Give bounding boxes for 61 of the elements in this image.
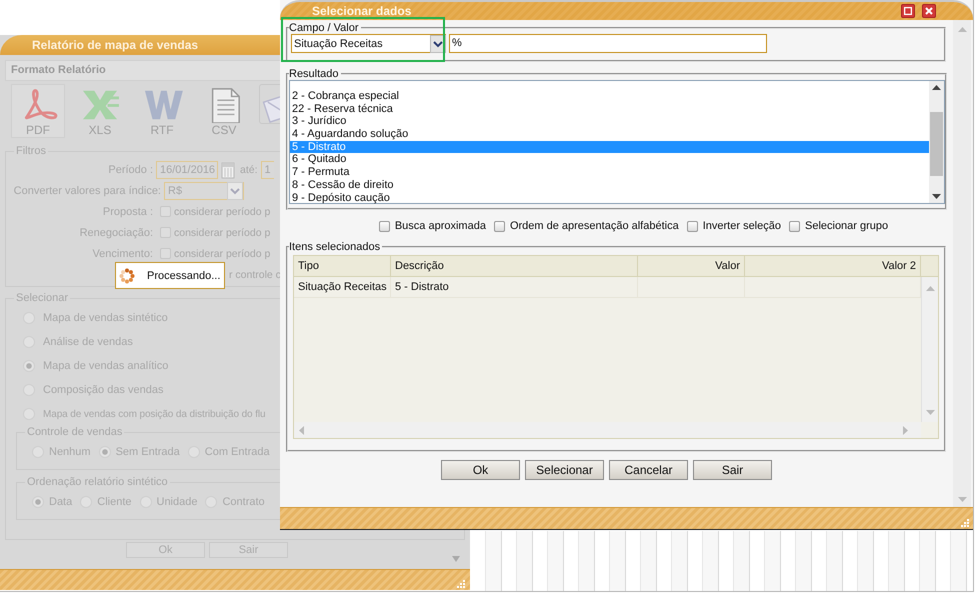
list-item[interactable]: 22 - Reserva técnica [290, 102, 929, 116]
scroll-down-icon [958, 497, 966, 503]
checkbox-label: Busca aproximada [394, 220, 486, 232]
radio-button[interactable] [98, 446, 111, 458]
scroll-down-icon [926, 410, 934, 416]
maximize-button[interactable] [901, 4, 915, 18]
window-title: Relatório de mapa de vendas [31, 38, 198, 52]
spinner-icon [119, 268, 135, 284]
button[interactable]: Selecionar [525, 460, 604, 480]
list-item[interactable]: 4 - Aguardando solução [290, 128, 929, 141]
dialog-title: Selecionar dados [311, 4, 412, 18]
radio-button[interactable] [23, 360, 35, 372]
scroll-left-icon [298, 426, 304, 434]
checkbox-label: Inverter seleção [702, 220, 781, 232]
value-field[interactable]: % [449, 34, 767, 53]
checkbox[interactable] [160, 248, 171, 259]
list-item[interactable]: 2 - Cobrança especial [290, 90, 929, 103]
checkbox[interactable] [788, 220, 800, 232]
checkbox[interactable] [160, 206, 171, 217]
scroll-down-icon [932, 194, 941, 200]
list-item[interactable]: 9 - Depósito caução [290, 192, 929, 204]
checkbox[interactable] [494, 220, 505, 232]
result-list[interactable]: 2 - Cobrança especial 22 - Reserva técnica 3 - Jurídico 4 - Aguardando solução 5 - Distrato 6 - Quitado 7 - Permuta 8 - Cessão de direito 9 - Depósito caução [289, 80, 945, 204]
scrollbar[interactable] [929, 81, 944, 203]
radio-button[interactable] [32, 496, 44, 508]
scroll-thumb[interactable] [930, 112, 943, 176]
resize-grip-icon [961, 519, 969, 527]
checkbox[interactable] [160, 227, 171, 238]
button[interactable]: Sair [693, 460, 772, 480]
scroll-up-icon [926, 285, 934, 291]
checkbox-label: Ordem de apresentação alfabética [510, 220, 679, 232]
close-button[interactable] [922, 4, 936, 18]
table-cell: 5 - Distrato [391, 277, 638, 297]
scroll-up-icon [932, 84, 941, 90]
column-header[interactable]: Valor 2 [745, 256, 921, 276]
field-dropdown[interactable]: Situação Receitas [291, 34, 446, 53]
scroll-up-icon [958, 26, 966, 32]
loading-text: Processando... [147, 270, 220, 282]
calendar-icon [221, 160, 235, 178]
scrollbar[interactable] [953, 20, 971, 507]
checkbox[interactable] [686, 220, 698, 232]
list-item[interactable]: 6 - Quitado [290, 153, 929, 166]
checkbox[interactable] [378, 220, 390, 232]
checkbox-label: Selecionar grupo [804, 220, 888, 232]
list-item[interactable]: 7 - Permuta [290, 166, 929, 179]
table-cell: Situação Receitas [294, 277, 391, 297]
list-item[interactable]: 8 - Cessão de direito [290, 178, 929, 192]
list-item[interactable]: 3 - Jurídico [290, 115, 929, 128]
column-header[interactable]: Descrição [391, 256, 638, 276]
button[interactable]: Ok [441, 460, 520, 480]
scroll-down-icon [451, 555, 461, 563]
section-legend: Resultado [289, 68, 341, 80]
scroll-right-icon [903, 426, 909, 434]
button[interactable]: Cancelar [609, 460, 688, 480]
column-header[interactable]: Tipo [294, 256, 391, 276]
column-header[interactable]: Valor [638, 256, 745, 276]
section-legend: Itens selecionados [289, 241, 382, 253]
resize-grip-icon [457, 580, 465, 588]
section-legend: Campo / Valor [289, 22, 360, 34]
scrollbar[interactable] [294, 422, 921, 438]
scrollbar[interactable] [921, 277, 938, 422]
